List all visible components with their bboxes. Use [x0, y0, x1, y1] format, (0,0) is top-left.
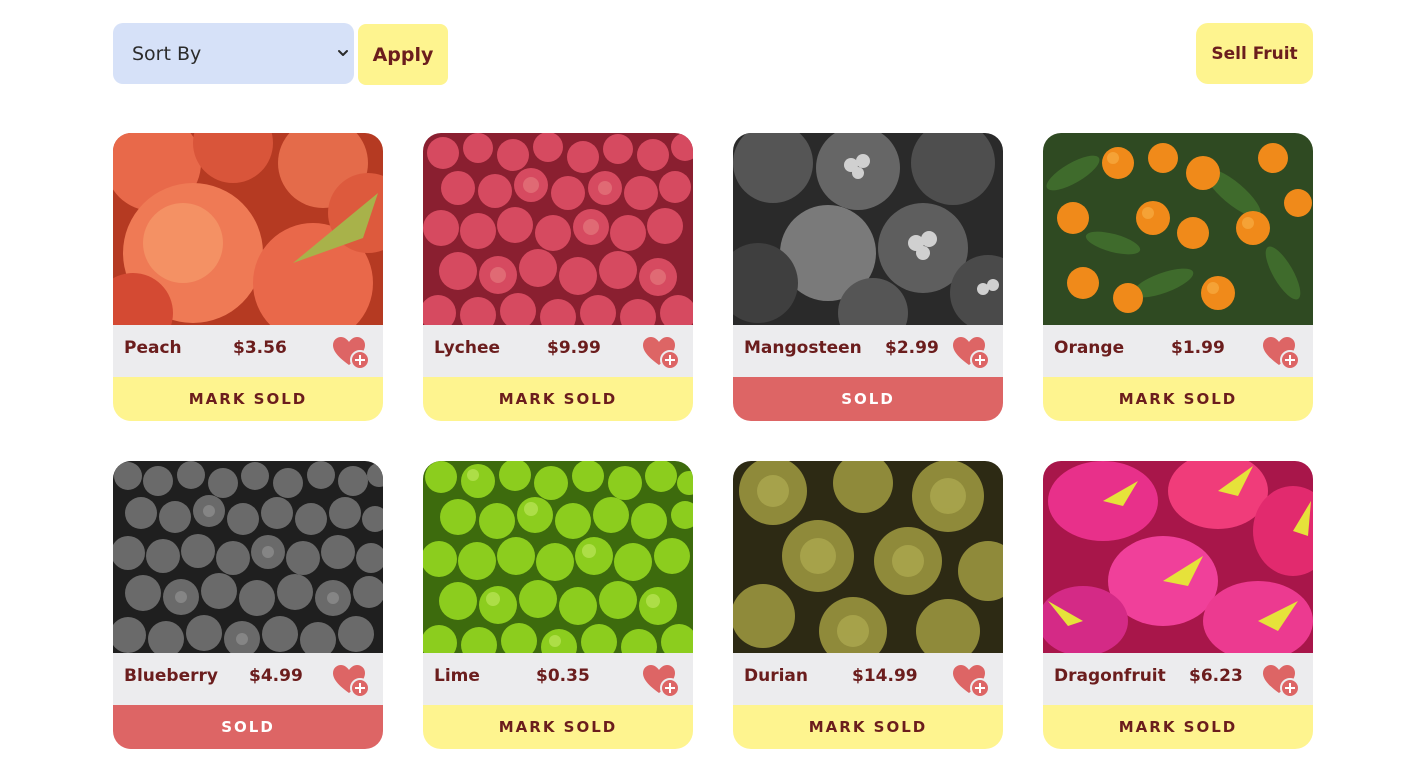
heart-plus-icon[interactable] [953, 665, 991, 697]
fruit-name: Durian [744, 666, 808, 686]
sell-fruit-button[interactable]: Sell Fruit [1196, 23, 1313, 84]
fruit-card: Lychee $9.99 MARK SOLD [423, 133, 693, 421]
fruit-price: $6.23 [1189, 666, 1243, 686]
fruit-info-bar: Peach $3.56 [113, 325, 383, 377]
fruit-price: $14.99 [852, 666, 918, 686]
fruit-photo-peach [113, 133, 383, 325]
fruit-photo-lychee [423, 133, 693, 325]
fruit-card: Lime $0.35 MARK SOLD [423, 461, 693, 749]
fruit-photo-lime [423, 461, 693, 653]
mark-sold-button[interactable]: MARK SOLD [423, 705, 693, 749]
fruit-name: Mangosteen [744, 338, 862, 358]
mark-sold-button[interactable]: MARK SOLD [113, 377, 383, 421]
apply-button[interactable]: Apply [358, 24, 448, 85]
fruit-info-bar: Orange $1.99 [1043, 325, 1313, 377]
fruit-name: Orange [1054, 338, 1125, 358]
fruit-name: Lychee [434, 338, 500, 358]
mark-sold-button[interactable]: MARK SOLD [423, 377, 693, 421]
heart-plus-icon[interactable] [1263, 337, 1301, 369]
fruit-card: Peach $3.56 MARK SOLD [113, 133, 383, 421]
fruit-name: Lime [434, 666, 480, 686]
sold-button[interactable]: SOLD [113, 705, 383, 749]
toolbar: Sort By Apply Sell Fruit [0, 0, 1417, 110]
fruit-info-bar: Lychee $9.99 [423, 325, 693, 377]
fruit-info-bar: Lime $0.35 [423, 653, 693, 705]
fruit-name: Blueberry [124, 666, 218, 686]
fruit-info-bar: Blueberry $4.99 [113, 653, 383, 705]
fruit-photo-mangosteen [733, 133, 1003, 325]
heart-plus-icon[interactable] [1263, 665, 1301, 697]
fruit-price: $3.56 [233, 338, 287, 358]
fruit-info-bar: Mangosteen $2.99 [733, 325, 1003, 377]
chevron-down-icon [338, 50, 348, 56]
fruit-photo-dragonfruit [1043, 461, 1313, 653]
fruit-name: Peach [124, 338, 182, 358]
sold-button[interactable]: SOLD [733, 377, 1003, 421]
heart-plus-icon[interactable] [643, 665, 681, 697]
fruit-photo-durian [733, 461, 1003, 653]
fruit-price: $2.99 [885, 338, 939, 358]
fruit-name: Dragonfruit [1054, 666, 1166, 686]
heart-plus-icon[interactable] [333, 337, 371, 369]
fruit-card: Durian $14.99 MARK SOLD [733, 461, 1003, 749]
fruit-photo-blueberry [113, 461, 383, 653]
heart-plus-icon[interactable] [953, 337, 991, 369]
fruit-price: $4.99 [249, 666, 303, 686]
fruit-info-bar: Dragonfruit $6.23 [1043, 653, 1313, 705]
sort-select-label: Sort By [132, 42, 202, 65]
fruit-card: Dragonfruit $6.23 MARK SOLD [1043, 461, 1313, 749]
fruit-grid: Peach $3.56 MARK SOLD Lychee $9.99 MARK … [113, 133, 1313, 749]
sort-select[interactable]: Sort By [113, 23, 354, 84]
fruit-price: $9.99 [547, 338, 601, 358]
mark-sold-button[interactable]: MARK SOLD [1043, 377, 1313, 421]
fruit-card: Mangosteen $2.99 SOLD [733, 133, 1003, 421]
fruit-photo-orange [1043, 133, 1313, 325]
fruit-price: $0.35 [536, 666, 590, 686]
heart-plus-icon[interactable] [333, 665, 371, 697]
fruit-card: Orange $1.99 MARK SOLD [1043, 133, 1313, 421]
fruit-info-bar: Durian $14.99 [733, 653, 1003, 705]
mark-sold-button[interactable]: MARK SOLD [1043, 705, 1313, 749]
fruit-price: $1.99 [1171, 338, 1225, 358]
mark-sold-button[interactable]: MARK SOLD [733, 705, 1003, 749]
fruit-card: Blueberry $4.99 SOLD [113, 461, 383, 749]
heart-plus-icon[interactable] [643, 337, 681, 369]
